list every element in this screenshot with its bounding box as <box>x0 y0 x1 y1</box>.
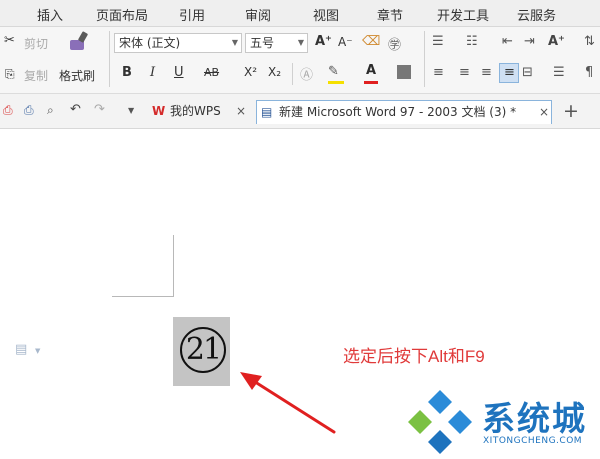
chevron-down-icon[interactable]: ▼ <box>35 347 40 355</box>
underline-button[interactable]: U <box>174 65 184 80</box>
clear-format-icon[interactable]: ⌫ <box>362 34 380 49</box>
subscript-button[interactable]: X₂ <box>268 65 281 79</box>
highlight-icon[interactable]: ✎ <box>328 64 339 79</box>
paragraph-marker-icon[interactable]: ▤ <box>15 342 27 357</box>
document-icon: ▤ <box>261 105 273 119</box>
bullet-list-icon[interactable]: ☰ <box>432 34 444 49</box>
chevron-down-icon: ▼ <box>231 38 238 47</box>
superscript-button[interactable]: X² <box>244 65 257 79</box>
wps-logo-icon: W <box>152 104 166 118</box>
menu-references[interactable]: 引用 <box>179 5 205 24</box>
undo-icon[interactable]: ↶ <box>70 102 81 117</box>
highlight-color-bar <box>328 81 344 84</box>
print-icon[interactable]: ⎙ <box>24 103 34 118</box>
font-name-value: 宋体 (正文) <box>119 36 181 50</box>
align-left-icon[interactable]: ≡ <box>433 65 444 80</box>
watermark-title: 系统城 <box>482 399 587 438</box>
grow-font-button[interactable]: A⁺ <box>315 34 332 49</box>
text-direction-icon[interactable]: A⁺ <box>548 34 565 49</box>
scissors-icon[interactable]: ✂ <box>4 33 15 48</box>
redo-icon[interactable]: ↷ <box>94 102 105 117</box>
increase-indent-icon[interactable]: ⇥ <box>524 34 535 49</box>
italic-button[interactable]: I <box>150 65 155 80</box>
separator <box>424 31 425 87</box>
tab-bar: ⎙ ⎙ ⌕ ↶ ↷ ▼ W 我的WPS × ▤ 新建 Microsoft Wor… <box>0 94 600 129</box>
char-shading-icon[interactable] <box>397 65 411 79</box>
menu-cloud[interactable]: 云服务 <box>517 5 556 24</box>
font-name-select[interactable]: 宋体 (正文) ▼ <box>114 33 242 53</box>
annotation-text: 选定后按下Alt和F9 <box>343 347 485 366</box>
strikethrough-button[interactable]: AB <box>204 66 219 79</box>
align-right-icon[interactable]: ≡ <box>481 65 492 80</box>
number-list-icon[interactable]: ☷ <box>466 34 478 49</box>
menu-developer[interactable]: 开发工具 <box>437 5 489 24</box>
chevron-down-icon: ▼ <box>297 38 304 47</box>
page-margin-corner-horizontal <box>112 296 174 297</box>
font-size-value: 五号 <box>250 36 275 50</box>
bold-button[interactable]: B <box>122 65 132 80</box>
annotation-arrow-icon <box>240 372 336 434</box>
print-preview-icon[interactable]: ⌕ <box>47 103 54 118</box>
close-icon[interactable]: × <box>539 101 549 123</box>
decrease-indent-icon[interactable]: ⇤ <box>502 34 513 49</box>
format-painter-icon[interactable] <box>66 30 92 54</box>
justify-button[interactable]: ≡ <box>499 63 519 83</box>
justify-icon: ≡ <box>504 65 515 80</box>
menu-page-layout[interactable]: 页面布局 <box>96 5 148 24</box>
copy-button[interactable]: 复制 <box>24 67 48 84</box>
tab-my-wps-label: 我的WPS <box>170 104 221 118</box>
cut-button[interactable]: 剪切 <box>24 35 48 52</box>
menu-view[interactable]: 视图 <box>313 5 339 24</box>
xitongcheng-logo-icon <box>408 390 472 454</box>
chevron-down-icon[interactable]: ▼ <box>128 106 134 115</box>
copy-icon[interactable]: ⎘ <box>5 67 15 82</box>
phonetic-icon[interactable]: ㊫ <box>388 34 401 53</box>
page-margin-corner-vertical <box>173 235 174 297</box>
ribbon: ✂ 剪切 ⎘ 复制 格式刷 宋体 (正文) ▼ 五号 ▼ A⁺ A⁻ ⌫ ㊫ B… <box>0 27 600 94</box>
para-settings-icon[interactable]: ¶ <box>585 65 593 80</box>
pdf-icon[interactable]: ⎙ <box>3 103 13 118</box>
line-spacing-icon[interactable]: ☰ <box>553 65 565 80</box>
menu-review[interactable]: 审阅 <box>245 5 271 24</box>
tab-document[interactable]: ▤ 新建 Microsoft Word 97 - 2003 文档 (3) * × <box>256 100 552 124</box>
tab-my-wps[interactable]: W 我的WPS × <box>148 100 252 124</box>
close-icon[interactable]: × <box>236 100 246 122</box>
separator <box>292 63 293 85</box>
align-center-icon[interactable]: ≡ <box>459 65 470 80</box>
enclosed-character[interactable]: 21 <box>180 327 226 373</box>
format-painter-button[interactable]: 格式刷 <box>59 67 95 84</box>
distribute-icon[interactable]: ⊟ <box>522 65 533 80</box>
font-color-bar <box>364 81 378 84</box>
menu-bar: 插入 页面布局 引用 审阅 视图 章节 开发工具 云服务 <box>0 0 600 27</box>
font-size-select[interactable]: 五号 ▼ <box>245 33 308 53</box>
sort-icon[interactable]: ⇅ <box>584 34 595 49</box>
shrink-font-button[interactable]: A⁻ <box>338 35 353 49</box>
new-tab-button[interactable]: + <box>563 100 579 122</box>
font-color-button[interactable]: A <box>366 63 376 78</box>
menu-insert[interactable]: 插入 <box>37 5 63 24</box>
menu-section[interactable]: 章节 <box>377 5 403 24</box>
tab-document-label: 新建 Microsoft Word 97 - 2003 文档 (3) * <box>279 105 517 119</box>
separator <box>109 31 110 87</box>
watermark-url: XITONGCHENG.COM <box>483 436 583 446</box>
text-effect-icon[interactable]: Ⓐ <box>300 64 313 83</box>
